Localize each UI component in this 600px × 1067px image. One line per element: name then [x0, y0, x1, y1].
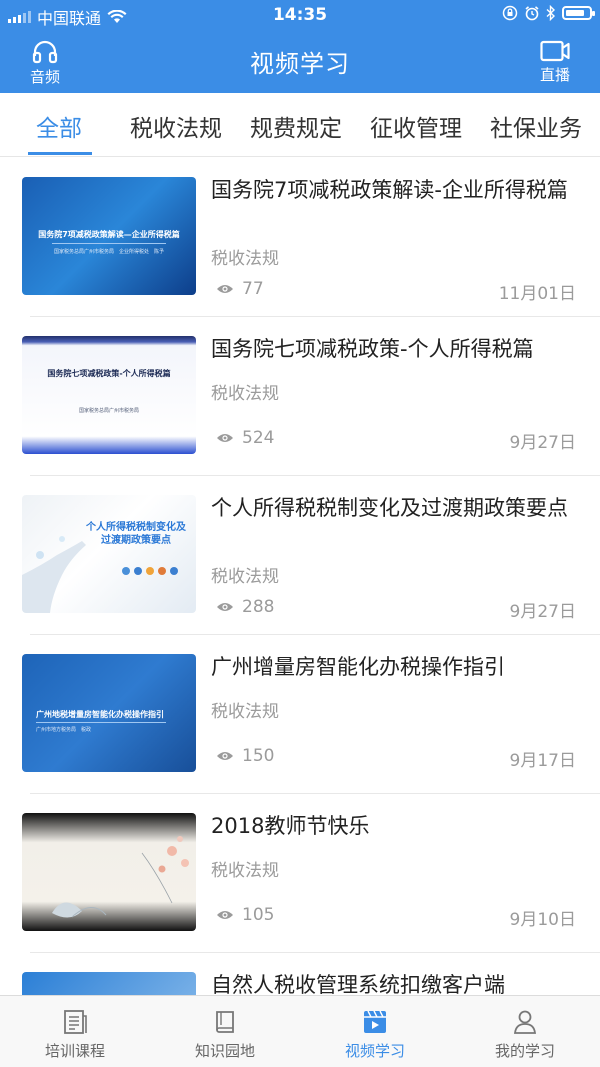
category-tabs: 全部 税收法规 规费规定 征收管理 社保业务 — [0, 93, 600, 157]
thumbnail-subtitle: 广州市地方税务局 税政 — [36, 727, 92, 733]
view-count: 77 — [216, 279, 264, 299]
video-category: 税收法规 — [211, 861, 279, 881]
app-header: 中国联通 14:35 音频 视频学习 直播 — [0, 0, 600, 93]
view-count-value: 288 — [242, 597, 275, 617]
thumbnail-title: 个人所得税税制变化及过渡期政策要点 — [86, 522, 186, 546]
bottom-tab-label: 培训课程 — [44, 1042, 105, 1060]
view-count: 524 — [216, 428, 274, 448]
eye-icon — [217, 603, 233, 611]
live-button-label: 直播 — [539, 66, 570, 84]
circle-icon — [158, 567, 166, 575]
view-count: 150 — [216, 746, 274, 766]
video-meta: 105 9月10日 — [216, 905, 576, 930]
video-meta: 524 9月27日 — [216, 428, 576, 453]
orientation-lock-icon — [502, 5, 518, 21]
video-list: 国务院7项减税政策解读—企业所得税篇 国家税务总局广州市税务局 企业所得税处 陈… — [0, 158, 600, 995]
publish-date: 9月10日 — [509, 910, 576, 930]
thumbnail-divider — [52, 243, 166, 244]
publish-date: 9月27日 — [509, 602, 576, 622]
video-title: 国务院7项减税政策解读-企业所得税篇 — [211, 178, 568, 202]
video-category: 税收法规 — [211, 567, 279, 587]
tab-collection-management[interactable]: 征收管理 — [370, 109, 462, 143]
video-title: 国务院七项减税政策-个人所得税篇 — [211, 337, 534, 361]
view-count: 288 — [216, 597, 274, 617]
bottom-tab-bar: 培训课程 知识园地 视频学习 我的学习 — [0, 995, 600, 1067]
eye-icon — [217, 285, 233, 293]
video-meta: 288 9月27日 — [216, 597, 576, 622]
video-category: 税收法规 — [211, 249, 279, 269]
video-title: 个人所得税税制变化及过渡期政策要点 — [211, 496, 568, 520]
thumbnail-title: 广州地税增量房智能化办税操作指引 — [36, 710, 164, 719]
bottom-tab-label: 视频学习 — [344, 1042, 405, 1060]
video-title: 广州增量房智能化办税操作指引 — [211, 655, 505, 679]
tab-social-insurance[interactable]: 社保业务 — [490, 109, 582, 143]
view-count-value: 150 — [242, 746, 275, 766]
video-thumbnail: 国务院七项减税政策-个人所得税篇 国家税务总局广州市税务局 — [22, 336, 196, 454]
eye-icon — [217, 752, 233, 760]
view-count-value: 77 — [242, 279, 264, 299]
bottom-tab-my-learning[interactable]: 我的学习 — [450, 996, 600, 1067]
status-right — [502, 5, 595, 21]
video-meta: 77 11月01日 — [216, 279, 576, 304]
bottom-tab-video-learning[interactable]: 视频学习 — [300, 996, 450, 1067]
publish-date: 11月01日 — [498, 284, 576, 304]
video-thumbnail: 个人所得税税制变化及过渡期政策要点 — [22, 495, 196, 613]
bottom-tab-label: 知识园地 — [194, 1042, 255, 1060]
battery-icon — [562, 6, 595, 20]
video-title: 2018教师节快乐 — [211, 814, 370, 838]
bluetooth-icon — [546, 5, 556, 21]
list-item[interactable]: 自然人税收管理系统扣缴客户端 — [0, 953, 600, 995]
thumbnail-icons — [122, 567, 178, 575]
view-count-value: 524 — [242, 428, 275, 448]
video-thumbnail — [22, 972, 196, 995]
video-thumbnail: 广州地税增量房智能化办税操作指引 广州市地方税务局 税政 — [22, 654, 196, 772]
eye-icon — [217, 434, 233, 442]
thumbnail-divider — [36, 722, 166, 723]
publish-date: 9月27日 — [509, 433, 576, 453]
list-item[interactable]: 国务院七项减税政策-个人所得税篇 国家税务总局广州市税务局 国务院七项减税政策-… — [0, 317, 600, 476]
bottom-tab-training-courses[interactable]: 培训课程 — [0, 996, 150, 1067]
thumbnail-title: 国务院7项减税政策解读—企业所得税篇 — [38, 230, 180, 239]
nav-bar: 音频 视频学习 直播 — [0, 30, 600, 93]
thumbnail-subtitle: 国家税务总局广州市税务局 — [78, 408, 139, 414]
live-button[interactable]: 直播 — [525, 40, 585, 85]
page-title: 视频学习 — [250, 50, 350, 78]
circle-icon — [122, 567, 130, 575]
video-title: 自然人税收管理系统扣缴客户端 — [211, 973, 505, 995]
hand-illustration — [22, 536, 86, 613]
status-bar: 中国联通 14:35 — [0, 0, 600, 30]
alarm-icon — [525, 6, 539, 21]
document-icon — [64, 1010, 87, 1034]
publish-date: 9月17日 — [509, 751, 576, 771]
video-thumbnail — [22, 813, 196, 931]
view-count: 105 — [216, 905, 274, 925]
list-item[interactable]: 国务院7项减税政策解读—企业所得税篇 国家税务总局广州市税务局 企业所得税处 陈… — [0, 158, 600, 317]
circle-icon — [146, 567, 154, 575]
tab-fee-regulations[interactable]: 规费规定 — [250, 109, 342, 143]
list-item[interactable]: 个人所得税税制变化及过渡期政策要点 个人所得税税制变化及过渡期政策要点 税收法规… — [0, 476, 600, 635]
video-category: 税收法规 — [211, 384, 279, 404]
list-item[interactable]: 2018教师节快乐 税收法规 105 9月10日 — [0, 794, 600, 953]
circle-icon — [170, 567, 178, 575]
list-item[interactable]: 广州地税增量房智能化办税操作指引 广州市地方税务局 税政 广州增量房智能化办税操… — [0, 635, 600, 794]
film-icon — [364, 1010, 386, 1033]
video-category: 税收法规 — [211, 702, 279, 722]
tab-tax-regulations[interactable]: 税收法规 — [130, 109, 222, 143]
bottom-tab-knowledge-garden[interactable]: 知识园地 — [150, 996, 300, 1067]
active-tab-indicator — [28, 152, 92, 155]
video-camera-icon — [540, 40, 570, 62]
thumbnail-title: 国务院七项减税政策-个人所得税篇 — [47, 369, 171, 378]
eye-icon — [217, 911, 233, 919]
thumbnail-subtitle: 国家税务总局广州市税务局 企业所得税处 陈予 — [53, 249, 164, 255]
book-icon — [216, 1011, 234, 1033]
flower-illustration — [52, 836, 189, 918]
video-thumbnail: 国务院7项减税政策解读—企业所得税篇 国家税务总局广州市税务局 企业所得税处 陈… — [22, 177, 196, 295]
person-icon — [513, 1010, 537, 1034]
view-count-value: 105 — [242, 905, 275, 925]
bottom-tab-label: 我的学习 — [494, 1042, 555, 1060]
tab-all[interactable]: 全部 — [36, 109, 82, 143]
video-meta: 150 9月17日 — [216, 746, 576, 771]
circle-icon — [134, 567, 142, 575]
